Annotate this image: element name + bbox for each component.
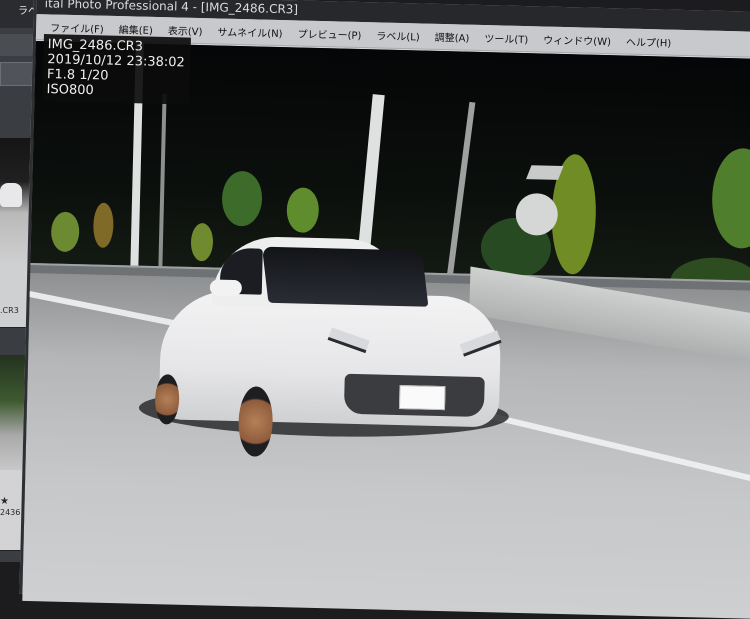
toolbar-button[interactable] bbox=[0, 34, 34, 56]
car-license-plate bbox=[398, 385, 446, 411]
menu-adjust[interactable]: 調整(A) bbox=[435, 29, 470, 45]
info-iso: ISO800 bbox=[46, 82, 94, 99]
shooting-info-overlay: IMG_2486.CR3 2019/10/12 23:38:02 F1.8 1/… bbox=[42, 34, 192, 105]
photo-car bbox=[138, 234, 510, 457]
thumbnail-filename: .CR3 bbox=[0, 306, 19, 315]
thumbnail-image bbox=[0, 183, 22, 207]
menu-label[interactable]: ラベル(L) bbox=[376, 27, 420, 43]
menu-edit[interactable]: 編集(E) bbox=[119, 21, 153, 37]
menu-view[interactable]: 表示(V) bbox=[168, 22, 203, 38]
rating-star: ★ bbox=[0, 496, 9, 507]
menu-window[interactable]: ウィンドウ(W) bbox=[543, 31, 611, 48]
menu-tools[interactable]: ツール(T) bbox=[484, 30, 528, 46]
menu-file[interactable]: ファイル(F) bbox=[50, 19, 104, 35]
car-mirror bbox=[209, 279, 243, 297]
car-windshield bbox=[261, 246, 429, 307]
toolbar-button[interactable] bbox=[0, 62, 36, 86]
image-preview[interactable] bbox=[22, 41, 750, 619]
window-title: ital Photo Professional 4 - [IMG_2486.CR… bbox=[44, 0, 299, 17]
menu-help[interactable]: ヘルプ(H) bbox=[626, 33, 672, 49]
menu-thumbnail[interactable]: サムネイル(N) bbox=[217, 23, 282, 40]
menu-preview[interactable]: プレビュー(P) bbox=[297, 25, 361, 42]
photo-street-lamp bbox=[526, 165, 564, 180]
